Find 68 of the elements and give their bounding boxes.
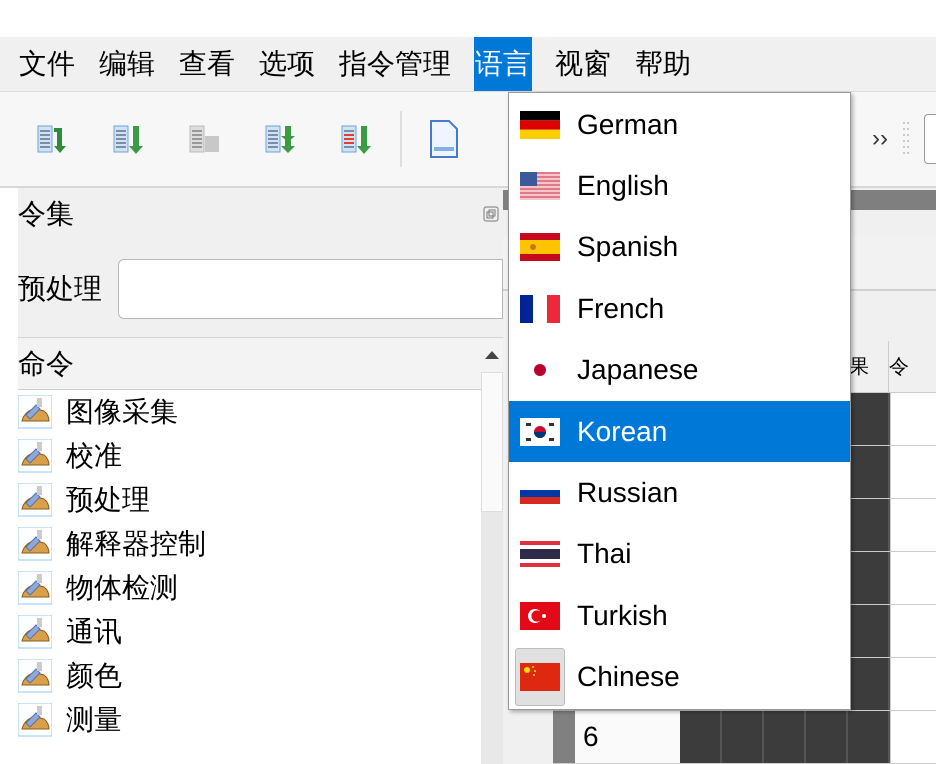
table-cell (848, 605, 890, 657)
table-cell (764, 711, 806, 763)
float-icon[interactable] (483, 206, 499, 222)
flag-icon (520, 294, 560, 323)
hand-icon (18, 439, 52, 473)
hand-icon (18, 395, 52, 429)
command-item[interactable]: 颜色 (18, 654, 481, 698)
table-cell (848, 499, 890, 551)
table-cell (848, 711, 890, 763)
command-item[interactable]: 校准 (18, 434, 481, 478)
command-item[interactable]: 通讯 (18, 610, 481, 654)
flag-icon (520, 418, 560, 446)
filter-field[interactable] (118, 258, 503, 318)
menu-item[interactable]: 查看 (178, 37, 236, 91)
column-header[interactable]: 命令 (18, 338, 481, 390)
table-cell (722, 711, 764, 763)
table-cell (848, 393, 890, 445)
menu-item[interactable]: 视窗 (554, 37, 612, 91)
scroll-up-icon[interactable] (485, 351, 499, 359)
menu-item[interactable]: 帮助 (634, 37, 692, 91)
menu-item[interactable]: 编辑 (98, 37, 156, 91)
hand-icon (18, 615, 52, 649)
language-menu-item[interactable]: Russian (509, 462, 850, 524)
command-item[interactable]: 图像采集 (18, 390, 481, 434)
flag-icon (534, 364, 546, 376)
flag-icon (520, 540, 560, 568)
language-menu-item[interactable]: French (509, 278, 850, 340)
language-menu-item[interactable]: English (509, 155, 850, 217)
command-item[interactable]: 物体检测 (18, 566, 481, 610)
flag-icon (520, 233, 560, 262)
filter-label: 预处理 (18, 272, 102, 306)
command-item[interactable]: 解释器控制 (18, 522, 481, 566)
menu-item[interactable]: 指令管理 (338, 37, 452, 91)
command-item[interactable]: 测量 (18, 698, 481, 742)
language-menu-item[interactable]: Korean (509, 400, 850, 462)
flag-icon (520, 110, 560, 139)
hand-icon (18, 483, 52, 517)
language-menu-item[interactable]: German (509, 94, 850, 156)
table-cell (848, 552, 890, 604)
hand-icon (18, 527, 52, 561)
menu-item[interactable]: 语言 (474, 37, 532, 91)
hand-icon (18, 703, 52, 737)
menu-item[interactable]: 文件 (18, 37, 76, 91)
row-header-cell: 6 (575, 711, 680, 763)
overflow-button[interactable]: ›› (872, 121, 888, 157)
document-icon[interactable] (428, 119, 460, 159)
language-menu-item[interactable]: Thai (509, 524, 850, 586)
command-item[interactable]: 预处理 (18, 478, 481, 522)
menu-item[interactable]: 选项 (258, 37, 316, 91)
table-cell (848, 446, 890, 498)
flag-icon (520, 663, 560, 692)
column-header[interactable]: 令 (888, 341, 934, 392)
hand-icon (18, 659, 52, 693)
grip-icon (902, 121, 910, 157)
language-menu-item[interactable]: Spanish (509, 216, 850, 278)
flag-icon (520, 172, 560, 200)
language-menu-item[interactable]: Chinese (509, 646, 850, 708)
table-cell (848, 658, 890, 710)
language-menu-item[interactable]: Japanese (509, 340, 850, 401)
panel-title: 令集 (18, 197, 74, 231)
toolbar-field[interactable] (924, 114, 936, 164)
table-cell (680, 711, 722, 763)
row-stripe (553, 711, 575, 763)
table-cell (806, 711, 848, 763)
scrollbar[interactable] (481, 338, 503, 764)
flag-icon (520, 602, 560, 630)
hand-icon (18, 571, 52, 605)
language-menu-item[interactable]: Turkish (509, 585, 850, 647)
